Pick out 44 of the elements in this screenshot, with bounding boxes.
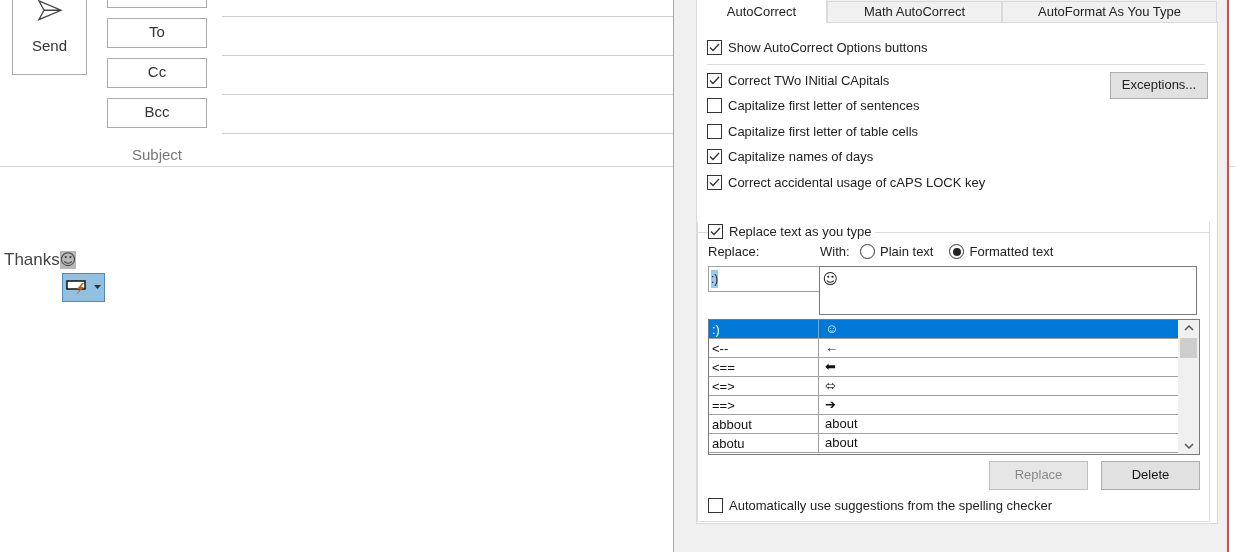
option-label: Automatically use suggestions from the spelling checker (729, 496, 1052, 515)
option-label: Capitalize first letter of sentences (728, 97, 920, 115)
dialog-button[interactable]: Delete (1101, 460, 1200, 490)
scrollbar[interactable] (1178, 319, 1199, 454)
checkbox[interactable] (707, 98, 722, 114)
radio-button[interactable] (949, 244, 965, 259)
option-label: Capitalize names of days (728, 148, 874, 166)
option-label: Correct TWo INitial CApitals (728, 71, 890, 90)
checkbox[interactable] (708, 224, 723, 240)
send-icon (35, 0, 64, 21)
radio-label: Plain text (880, 242, 934, 261)
address-button[interactable]: Bcc (107, 97, 207, 128)
selected-text: :) (711, 269, 719, 288)
option-label: Capitalize first letter of table cells (728, 122, 919, 141)
exceptions-button[interactable]: Exceptions... (1110, 71, 1208, 99)
subject-label: Subject (130, 144, 183, 165)
address-button[interactable]: Cc (107, 57, 207, 88)
with-label: With: (820, 242, 851, 261)
option-label: Correct accidental usage of cAPS LOCK key (728, 173, 986, 192)
checkbox[interactable] (707, 123, 722, 139)
tab[interactable]: AutoFormat As You Type (1002, 1, 1217, 22)
checkbox[interactable] (707, 72, 722, 88)
tab[interactable]: Math AutoCorrect (827, 1, 1002, 22)
replace-label: Replace: (708, 242, 761, 261)
option-label: Replace text as you type (729, 223, 872, 241)
option-label: Show AutoCorrect Options buttons (728, 39, 928, 57)
radio-label: Formatted text (969, 242, 1054, 261)
smiley-emoji: ☺ (59, 250, 77, 269)
replace-input[interactable]: :) (708, 265, 820, 292)
radio-button[interactable] (860, 244, 875, 259)
checkbox[interactable] (707, 174, 722, 190)
lightning-bolt-icon (66, 279, 88, 295)
tab[interactable]: AutoCorrect (696, 0, 827, 23)
checkbox[interactable] (707, 149, 722, 165)
scroll-thumb[interactable] (1180, 337, 1197, 358)
caret-icon (94, 285, 101, 289)
list-row[interactable]: :) ☺ (709, 319, 1178, 339)
address-button[interactable]: To (107, 17, 207, 48)
send-button[interactable]: Send (12, 0, 87, 75)
autocorrect-options-button[interactable] (62, 272, 105, 302)
checkbox[interactable] (708, 497, 723, 513)
checkbox[interactable] (707, 40, 722, 56)
body-text: Thanks (4, 249, 60, 271)
with-input[interactable]: ☺ (818, 265, 1197, 315)
